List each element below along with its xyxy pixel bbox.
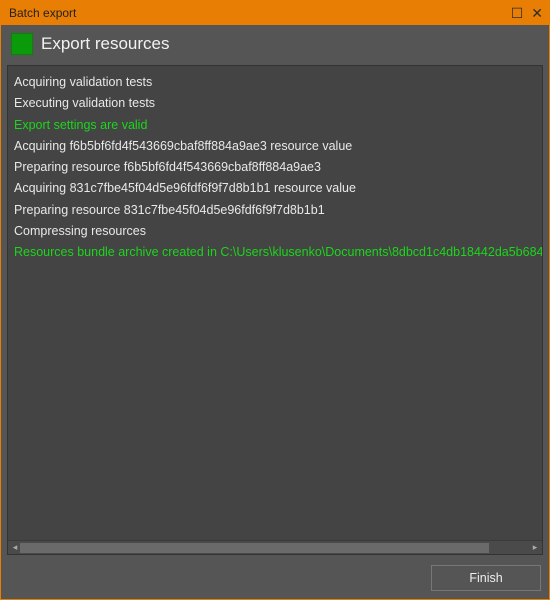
scrollbar-track[interactable]: [20, 543, 530, 553]
log-line: Preparing resource f6b5bf6fd4f543669cbaf…: [12, 157, 538, 178]
log-line: Compressing resources: [12, 221, 538, 242]
dialog-header: Export resources: [1, 25, 549, 65]
log-content[interactable]: Acquiring validation testsExecuting vali…: [8, 66, 542, 540]
dialog-footer: Finish: [1, 559, 549, 599]
window-controls: ☐ ✕: [511, 6, 543, 20]
maximize-icon[interactable]: ☐: [511, 6, 524, 20]
close-icon[interactable]: ✕: [531, 6, 543, 20]
log-line: Acquiring f6b5bf6fd4f543669cbaf8ff884a9a…: [12, 136, 538, 157]
log-line: Acquiring 831c7fbe45f04d5e96fdf6f9f7d8b1…: [12, 178, 538, 199]
scrollbar-thumb[interactable]: [20, 543, 489, 553]
dialog-title: Export resources: [41, 34, 170, 54]
finish-button[interactable]: Finish: [431, 565, 541, 591]
titlebar[interactable]: Batch export ☐ ✕: [1, 1, 549, 25]
log-panel: Acquiring validation testsExecuting vali…: [7, 65, 543, 555]
horizontal-scrollbar[interactable]: ◂ ▸: [8, 540, 542, 554]
log-line: Acquiring validation tests: [12, 72, 538, 93]
log-line: Export settings are valid: [12, 115, 538, 136]
scroll-left-icon[interactable]: ◂: [10, 543, 20, 553]
scroll-right-icon[interactable]: ▸: [530, 543, 540, 553]
log-line: Executing validation tests: [12, 93, 538, 114]
batch-export-window: Batch export ☐ ✕ Export resources Acquir…: [0, 0, 550, 600]
log-line: Resources bundle archive created in C:\U…: [12, 242, 538, 263]
log-line: Preparing resource 831c7fbe45f04d5e96fdf…: [12, 200, 538, 221]
export-status-icon: [11, 33, 33, 55]
window-title: Batch export: [9, 6, 511, 20]
